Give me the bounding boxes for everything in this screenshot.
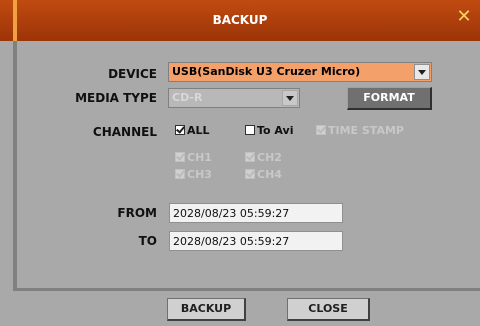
- device-select[interactable]: USB(SanDisk U3 Cruzer Micro): [168, 62, 432, 82]
- ch4-label: CH4: [257, 168, 282, 181]
- checkbox-check-icon[interactable]: [175, 125, 185, 135]
- from-datetime-field[interactable]: 2028/08/23 05:59:27: [169, 203, 343, 223]
- ch3-label: CH3: [187, 168, 212, 181]
- chevron-down-icon[interactable]: [414, 64, 430, 80]
- media-type-label: MEDIA TYPE: [75, 91, 157, 105]
- time-stamp-checkbox[interactable]: TIME STAMP: [316, 124, 404, 138]
- from-label: FROM: [117, 206, 157, 220]
- close-icon[interactable]: ✕: [456, 6, 472, 28]
- title-bar: BACKUP ✕: [0, 0, 480, 41]
- backup-form: DEVICE USB(SanDisk U3 Cruzer Micro) MEDI…: [13, 41, 471, 288]
- ch2-label: CH2: [257, 151, 282, 164]
- chevron-down-icon[interactable]: [282, 90, 298, 106]
- close-button[interactable]: CLOSE: [287, 298, 370, 321]
- dialog-footer: BACKUP CLOSE: [0, 288, 480, 326]
- ch3-checkbox[interactable]: CH3: [175, 168, 212, 182]
- ch2-checkbox[interactable]: CH2: [245, 151, 282, 165]
- checkbox-check-icon[interactable]: [316, 125, 326, 135]
- ch1-checkbox[interactable]: CH1: [175, 151, 212, 165]
- all-label: ALL: [187, 124, 210, 137]
- ch4-checkbox[interactable]: CH4: [245, 168, 282, 182]
- backup-dialog: BACKUP ✕ DEVICE USB(SanDisk U3 Cruzer Mi…: [0, 0, 480, 326]
- footer-divider: [13, 288, 480, 291]
- to-datetime-field[interactable]: 2028/08/23 05:59:27: [169, 231, 343, 251]
- device-label: DEVICE: [108, 67, 157, 81]
- checkbox-check-icon[interactable]: [245, 169, 255, 179]
- all-checkbox[interactable]: ALL: [175, 124, 210, 138]
- checkbox-check-icon[interactable]: [175, 169, 185, 179]
- checkbox-check-icon[interactable]: [245, 152, 255, 162]
- checkbox-check-icon[interactable]: [175, 152, 185, 162]
- backup-button[interactable]: BACKUP: [167, 298, 246, 321]
- dialog-title: BACKUP: [212, 13, 268, 27]
- time-stamp-label: TIME STAMP: [328, 124, 404, 137]
- device-value: USB(SanDisk U3 Cruzer Micro): [172, 65, 361, 78]
- checkbox-icon[interactable]: [245, 125, 255, 135]
- to-avi-checkbox[interactable]: To Avi: [245, 124, 294, 138]
- media-type-select[interactable]: CD-R: [168, 88, 300, 108]
- ch1-label: CH1: [187, 151, 212, 164]
- to-avi-label: To Avi: [257, 124, 294, 137]
- channel-label: CHANNEL: [92, 125, 157, 139]
- media-type-value: CD-R: [172, 91, 203, 104]
- to-label: TO: [138, 234, 157, 248]
- format-button[interactable]: FORMAT: [347, 87, 432, 110]
